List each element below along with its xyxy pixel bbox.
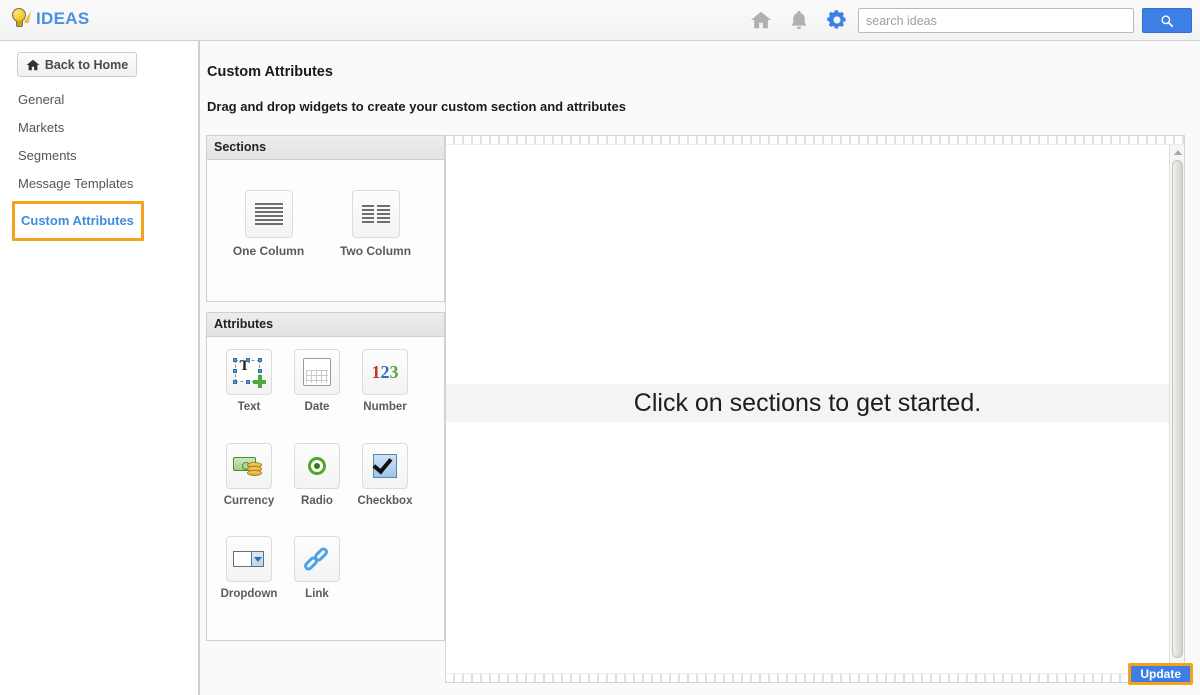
widget-label: Two Column bbox=[339, 244, 412, 258]
dropdown-attribute-tile bbox=[226, 536, 272, 583]
widget-label: Text bbox=[237, 401, 261, 413]
widget-text[interactable]: T Text bbox=[215, 349, 283, 434]
widget-checkbox[interactable]: Checkbox bbox=[351, 442, 419, 528]
sidebar-nav: General Markets Segments Message Templat… bbox=[0, 86, 199, 241]
two-column-icon bbox=[351, 190, 400, 238]
date-attribute-icon bbox=[300, 355, 334, 389]
attributes-widget-list: T Text Date 1 2 3 Number Currency Radio … bbox=[207, 337, 444, 640]
widget-date[interactable]: Date bbox=[283, 349, 351, 434]
widget-label: Radio bbox=[301, 494, 333, 507]
sections-panel: Sections One Column Two Column bbox=[206, 135, 445, 302]
back-to-home-button[interactable]: Back to Home bbox=[17, 52, 137, 77]
design-canvas[interactable]: Click on sections to get started. bbox=[445, 135, 1185, 683]
sidebar-item-custom-attributes[interactable]: Custom Attributes bbox=[12, 201, 144, 241]
search-input[interactable] bbox=[858, 8, 1134, 33]
number-attribute-icon: 123 bbox=[371, 361, 399, 382]
text-attribute-icon: T bbox=[232, 355, 266, 389]
date-attribute-tile bbox=[294, 349, 340, 395]
link-attribute-icon bbox=[300, 542, 334, 576]
canvas-scrollbar[interactable] bbox=[1169, 145, 1184, 673]
one-column-icon bbox=[244, 190, 293, 238]
sidebar: Back to Home General Markets Segments Me… bbox=[0, 41, 199, 695]
widget-dropdown[interactable]: Dropdown bbox=[215, 536, 283, 621]
widget-one-column[interactable]: One Column bbox=[215, 190, 322, 282]
widget-label: One Column bbox=[232, 244, 305, 258]
canvas-ruler-top bbox=[446, 136, 1184, 145]
widget-currency[interactable]: Currency bbox=[215, 442, 283, 528]
widget-label: Dropdown bbox=[220, 588, 278, 601]
widget-label: Link bbox=[305, 588, 329, 601]
brand-logo[interactable]: IDEAS bbox=[10, 8, 89, 30]
widget-palette: Sections One Column Two Column Attribute… bbox=[206, 135, 445, 641]
widget-label: Checkbox bbox=[357, 494, 413, 507]
gear-icon[interactable] bbox=[826, 9, 848, 31]
brand-name: IDEAS bbox=[36, 9, 90, 28]
widget-radio[interactable]: Radio bbox=[283, 442, 351, 528]
sections-panel-header: Sections bbox=[207, 136, 444, 160]
top-bar-icons bbox=[750, 9, 848, 31]
widget-link[interactable]: Link bbox=[283, 536, 351, 621]
currency-attribute-icon bbox=[232, 449, 266, 483]
back-to-home-label: Back to Home bbox=[44, 57, 129, 72]
sidebar-item-message-templates[interactable]: Message Templates bbox=[0, 170, 199, 198]
attributes-panel: Attributes T Text Date 1 2 3 Number Curr… bbox=[206, 312, 445, 641]
sidebar-item-general[interactable]: General bbox=[0, 86, 199, 114]
sidebar-item-segments[interactable]: Segments bbox=[0, 142, 199, 170]
home-icon[interactable] bbox=[750, 9, 772, 31]
page-subtitle: Drag and drop widgets to create your cus… bbox=[207, 99, 626, 114]
attributes-panel-header: Attributes bbox=[207, 313, 444, 337]
text-attribute-tile: T bbox=[226, 349, 272, 395]
widget-two-column[interactable]: Two Column bbox=[322, 190, 429, 282]
currency-attribute-tile bbox=[226, 442, 272, 489]
checkbox-attribute-tile bbox=[362, 442, 408, 489]
sidebar-item-markets[interactable]: Markets bbox=[0, 114, 199, 142]
bell-icon[interactable] bbox=[788, 9, 810, 31]
scroll-up-arrow-icon[interactable] bbox=[1170, 145, 1185, 160]
canvas-drop-area[interactable]: Click on sections to get started. bbox=[446, 145, 1169, 673]
home-icon bbox=[26, 59, 40, 70]
main-content: Custom Attributes Drag and drop widgets … bbox=[199, 41, 1200, 695]
radio-attribute-tile bbox=[294, 442, 340, 489]
radio-attribute-icon bbox=[300, 449, 334, 483]
widget-label: Date bbox=[304, 401, 330, 413]
search-box bbox=[858, 8, 1134, 33]
sections-widget-list: One Column Two Column bbox=[207, 160, 444, 301]
canvas-empty-message: Click on sections to get started. bbox=[446, 384, 1169, 422]
update-button[interactable]: Update bbox=[1128, 663, 1193, 685]
widget-label: Currency bbox=[223, 494, 275, 507]
search-icon bbox=[1161, 14, 1174, 27]
number-attribute-tile: 123 bbox=[362, 349, 408, 395]
widget-number[interactable]: 123 Number bbox=[351, 349, 419, 434]
scrollbar-thumb[interactable] bbox=[1172, 160, 1183, 658]
page-title: Custom Attributes bbox=[207, 64, 333, 80]
link-attribute-tile bbox=[294, 536, 340, 583]
widget-label: Number bbox=[363, 401, 407, 413]
checkbox-attribute-icon bbox=[368, 449, 402, 483]
lightbulb-icon bbox=[10, 8, 32, 30]
canvas-ruler-bottom bbox=[446, 673, 1184, 682]
dropdown-attribute-icon bbox=[232, 542, 266, 576]
search-button[interactable] bbox=[1142, 8, 1192, 33]
top-bar: IDEAS bbox=[0, 0, 1200, 41]
